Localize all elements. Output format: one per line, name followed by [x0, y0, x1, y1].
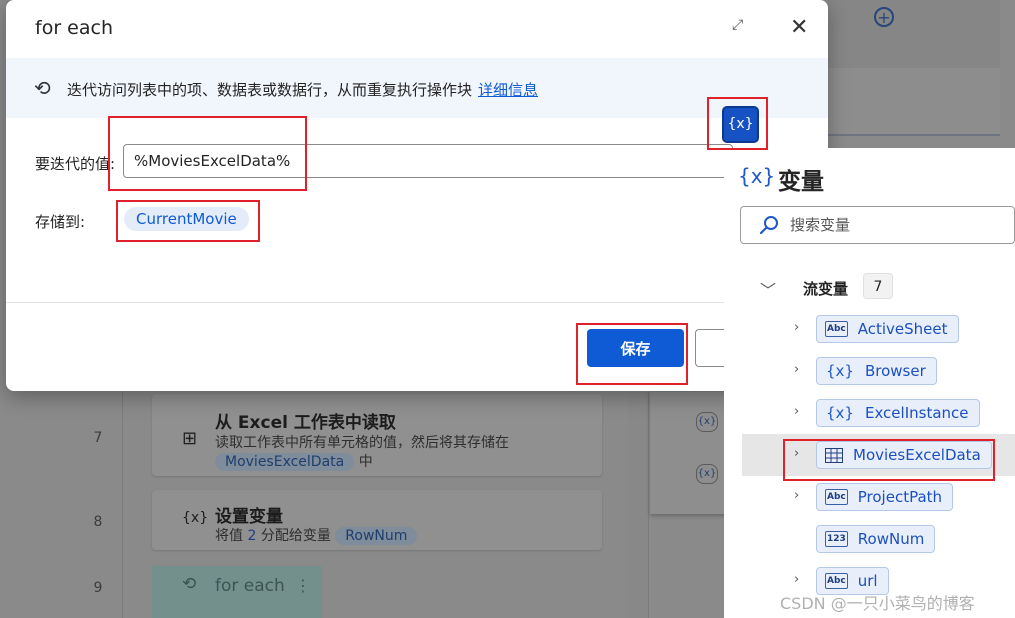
line-number: 9: [93, 580, 103, 596]
variable-icon: {x}: [182, 510, 209, 526]
line-number: 7: [93, 430, 103, 446]
chevron-right-icon[interactable]: ›: [794, 362, 799, 377]
variable-chip-rownum[interactable]: 123 RowNum: [816, 525, 936, 553]
step-description-mid: 分配给变量: [260, 528, 331, 544]
chevron-right-icon[interactable]: ›: [794, 488, 799, 503]
info-text: 迭代访问列表中的项、数据表或数据行，从而重复执行操作块 详细信息: [67, 79, 538, 100]
search-input[interactable]: [790, 212, 1000, 238]
variable-chip: RowNum: [335, 527, 418, 545]
variable-name: ExcelInstance: [864, 404, 969, 422]
flow-variables-group[interactable]: 流变量: [803, 278, 848, 299]
details-link[interactable]: 详细信息: [478, 81, 538, 99]
line-number: 8: [93, 514, 103, 530]
expand-icon[interactable]: ⤢: [732, 17, 743, 33]
step-title: 从 Excel 工作表中读取: [215, 413, 396, 433]
close-icon[interactable]: ✕: [790, 14, 808, 42]
designer-divider: [628, 392, 649, 618]
watermark: CSDN @一只小菜鸟的博客: [780, 594, 975, 613]
store-label: 存储到:: [35, 213, 86, 231]
variable-chip-projectpath[interactable]: Abc ProjectPath: [816, 483, 954, 511]
loop-icon: ⟲: [34, 76, 51, 100]
variable-name: Browser: [864, 362, 926, 380]
highlight-box: [576, 323, 688, 385]
variable-icon: {x}: [696, 412, 718, 432]
subflow-tabs: [828, 68, 1000, 136]
step-description-suffix: 中: [358, 454, 373, 470]
text-type-icon: Abc: [825, 573, 848, 589]
info-description: 迭代访问列表中的项、数据表或数据行，从而重复执行操作块: [67, 81, 473, 99]
instance-type-icon: {x}: [826, 404, 854, 422]
text-type-icon: Abc: [825, 489, 848, 505]
step-description: 读取工作表中所有单元格的值，然后将其存储在: [215, 435, 509, 451]
flow-step-set-variable[interactable]: {x} 设置变量 将值 2 分配给变量 RowNum: [152, 490, 602, 550]
variable-chip-browser[interactable]: {x} Browser: [816, 357, 937, 385]
chevron-right-icon[interactable]: ›: [794, 404, 799, 419]
step-title: 设置变量: [215, 507, 283, 527]
flow-step-for-each[interactable]: ⟲ for each ⋮: [152, 566, 322, 618]
chevron-right-icon[interactable]: ›: [794, 320, 799, 335]
search-icon: [759, 216, 778, 235]
variable-count-badge: 7: [863, 273, 893, 299]
highlight-box: [108, 116, 307, 191]
variable-name: url: [857, 572, 878, 590]
number-type-icon: 123: [825, 531, 848, 547]
step-description: 将值: [215, 528, 243, 544]
text-type-icon: Abc: [825, 321, 848, 337]
step-title: for each: [215, 576, 285, 596]
variable-icon: {x}: [696, 464, 718, 484]
dialog-title: for each: [35, 17, 113, 39]
chevron-down-icon[interactable]: ﹀: [760, 277, 776, 301]
variable-name: ActiveSheet: [857, 320, 948, 338]
add-subflow-icon[interactable]: +: [874, 7, 894, 27]
dialog-divider: [6, 302, 828, 303]
step-value: 2: [247, 528, 257, 544]
flow-step-read-excel[interactable]: ⊞ 从 Excel 工作表中读取 读取工作表中所有单元格的值，然后将其存储在 M…: [152, 394, 602, 476]
highlight-box: [783, 439, 995, 481]
instance-type-icon: {x}: [826, 362, 854, 380]
variables-summary-card: {x} {x}: [650, 392, 728, 514]
variables-pane-title: 变量: [778, 169, 824, 195]
variable-chip: MoviesExcelData: [215, 453, 355, 471]
loop-icon: ⟲: [182, 574, 197, 594]
value-label: 要迭代的值:: [35, 155, 116, 173]
variable-chip-activesheet[interactable]: Abc ActiveSheet: [816, 315, 959, 343]
more-options-icon[interactable]: ⋮: [295, 576, 311, 595]
variable-chip-excelinstance[interactable]: {x} ExcelInstance: [816, 399, 980, 427]
variable-name: ProjectPath: [857, 488, 943, 506]
highlight-box: [707, 97, 768, 150]
highlight-box: [116, 200, 260, 242]
excel-read-icon: ⊞: [182, 428, 198, 449]
designer-toolbar: [828, 0, 1000, 69]
chevron-right-icon[interactable]: ›: [794, 572, 799, 587]
variable-name: RowNum: [857, 530, 925, 548]
variable-icon: {x}: [738, 164, 776, 188]
